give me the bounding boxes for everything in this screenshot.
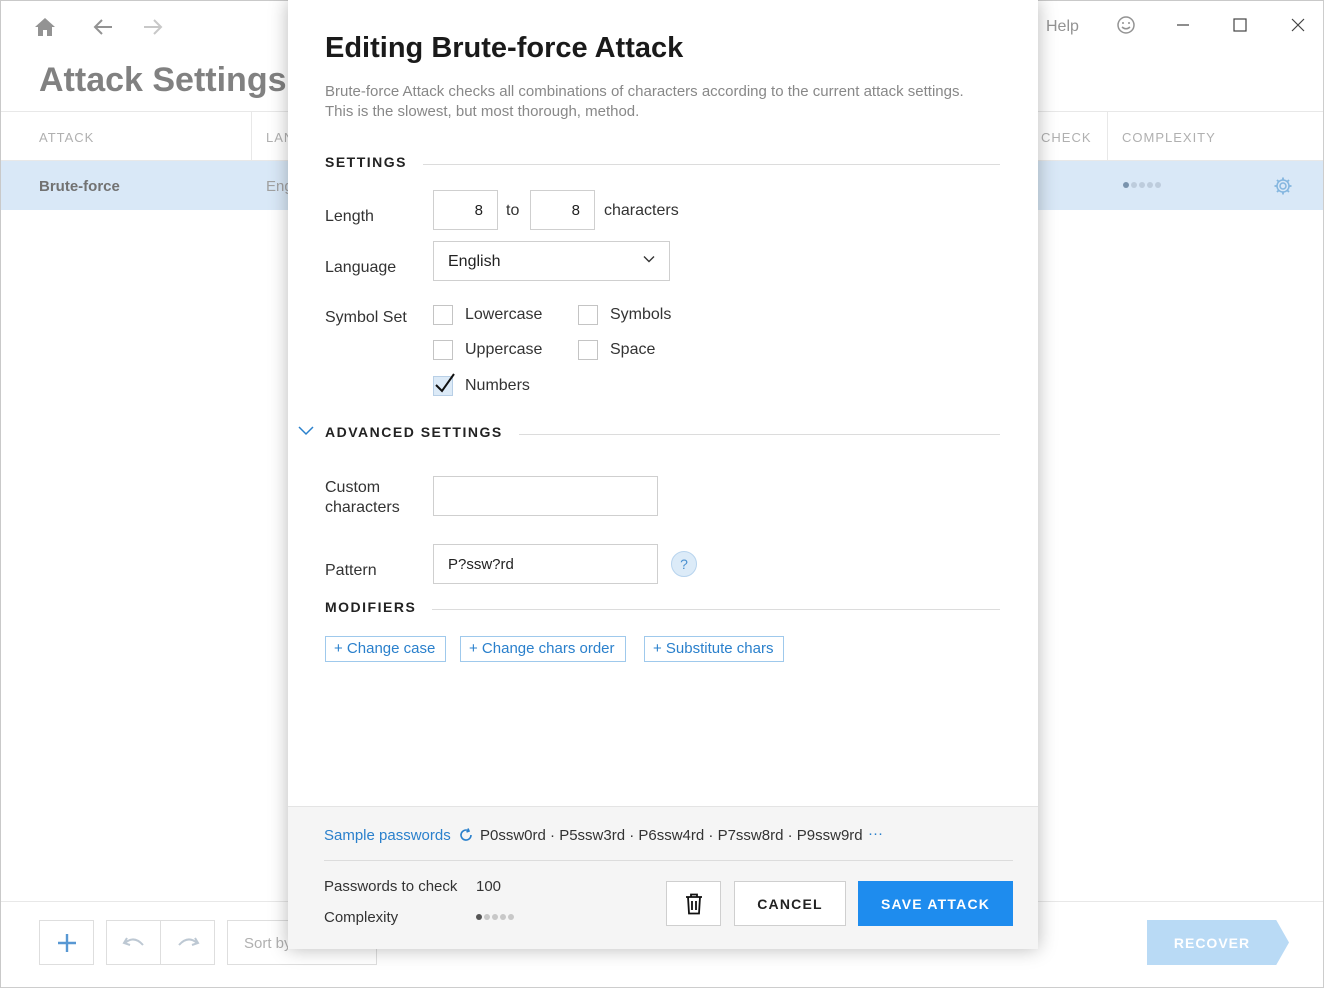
- uppercase-label: Uppercase: [465, 341, 543, 358]
- checkbox-box[interactable]: [433, 340, 453, 360]
- complexity-dot: [476, 914, 482, 920]
- substitute-chars-button[interactable]: + Substitute chars: [644, 636, 785, 662]
- uppercase-checkbox[interactable]: Uppercase: [433, 340, 542, 360]
- chevron-down-icon[interactable]: [297, 424, 315, 438]
- pattern-label: Pattern: [325, 562, 377, 579]
- space-label: Space: [610, 341, 656, 358]
- dialog-title: Editing Brute-force Attack: [325, 32, 684, 64]
- complexity-dot: [500, 914, 506, 920]
- section-divider: [518, 433, 1000, 435]
- passwords-to-check-label: Passwords to check: [324, 878, 458, 895]
- to-label: to: [506, 202, 520, 219]
- custom-characters-input[interactable]: [433, 476, 658, 516]
- lowercase-label: Lowercase: [465, 306, 543, 323]
- footer-divider: [324, 860, 1013, 861]
- settings-heading: SETTINGS: [325, 154, 408, 170]
- advanced-settings-heading: ADVANCED SETTINGS: [325, 424, 503, 440]
- sample-passwords-link[interactable]: Sample passwords: [324, 827, 451, 844]
- complexity-indicator: [476, 914, 514, 920]
- language-value: English: [448, 253, 501, 270]
- characters-label: characters: [604, 202, 679, 219]
- custom-label-line1: Custom: [325, 479, 381, 496]
- dialog-footer: Sample passwords P0ssw0rd · P5ssw3rd · P…: [288, 806, 1038, 949]
- cancel-button[interactable]: CANCEL: [734, 881, 846, 926]
- numbers-label: Numbers: [465, 377, 530, 394]
- complexity-label: Complexity: [324, 909, 399, 926]
- change-case-button[interactable]: + Change case: [325, 636, 447, 662]
- checkbox-box[interactable]: [578, 305, 598, 325]
- sample-passwords-list: P0ssw0rd · P5ssw3rd · P6ssw4rd · P7ssw8r…: [480, 827, 863, 844]
- custom-label-line2: characters: [325, 499, 400, 516]
- length-label: Length: [325, 208, 374, 225]
- length-to-input[interactable]: 8: [530, 190, 595, 230]
- language-select[interactable]: English: [433, 241, 670, 281]
- symbol-set-label: Symbol Set: [325, 309, 407, 326]
- delete-button[interactable]: [666, 881, 721, 926]
- chevron-down-icon: [643, 256, 655, 263]
- trash-icon: [685, 893, 702, 914]
- numbers-checkbox[interactable]: Numbers: [433, 373, 530, 396]
- length-from-input[interactable]: 8: [433, 190, 498, 230]
- checkbox-box[interactable]: [578, 340, 598, 360]
- language-label: Language: [325, 259, 397, 276]
- lowercase-checkbox[interactable]: Lowercase: [433, 305, 542, 325]
- modifiers-section-header: MODIFIERS: [325, 597, 1000, 617]
- custom-characters-label: Custom characters: [325, 478, 400, 518]
- checkmark-icon: [435, 373, 455, 393]
- more-samples-button[interactable]: ···: [868, 825, 883, 842]
- edit-attack-dialog: Editing Brute-force Attack Brute-force A…: [288, 0, 1038, 949]
- section-divider: [432, 608, 1000, 610]
- checkbox-box[interactable]: [433, 305, 453, 325]
- settings-section-header: SETTINGS: [325, 152, 1000, 172]
- complexity-dot: [508, 914, 514, 920]
- pattern-input[interactable]: P?ssw?rd: [433, 544, 658, 584]
- modifiers-heading: MODIFIERS: [325, 599, 417, 615]
- dialog-description: Brute-force Attack checks all combinatio…: [325, 83, 964, 120]
- space-checkbox[interactable]: Space: [578, 340, 655, 360]
- passwords-to-check-value: 100: [476, 878, 502, 895]
- section-divider: [423, 163, 1000, 165]
- symbols-checkbox[interactable]: Symbols: [578, 305, 671, 325]
- checkbox-box-checked[interactable]: [433, 373, 455, 396]
- complexity-dot: [492, 914, 498, 920]
- change-chars-order-button[interactable]: + Change chars order: [460, 636, 626, 662]
- symbols-label: Symbols: [610, 306, 672, 323]
- complexity-dot: [484, 914, 490, 920]
- advanced-settings-section-header[interactable]: ADVANCED SETTINGS: [325, 422, 1000, 442]
- refresh-icon[interactable]: [458, 827, 474, 843]
- save-attack-button[interactable]: SAVE ATTACK: [858, 881, 1013, 926]
- pattern-help-icon[interactable]: ?: [671, 551, 697, 577]
